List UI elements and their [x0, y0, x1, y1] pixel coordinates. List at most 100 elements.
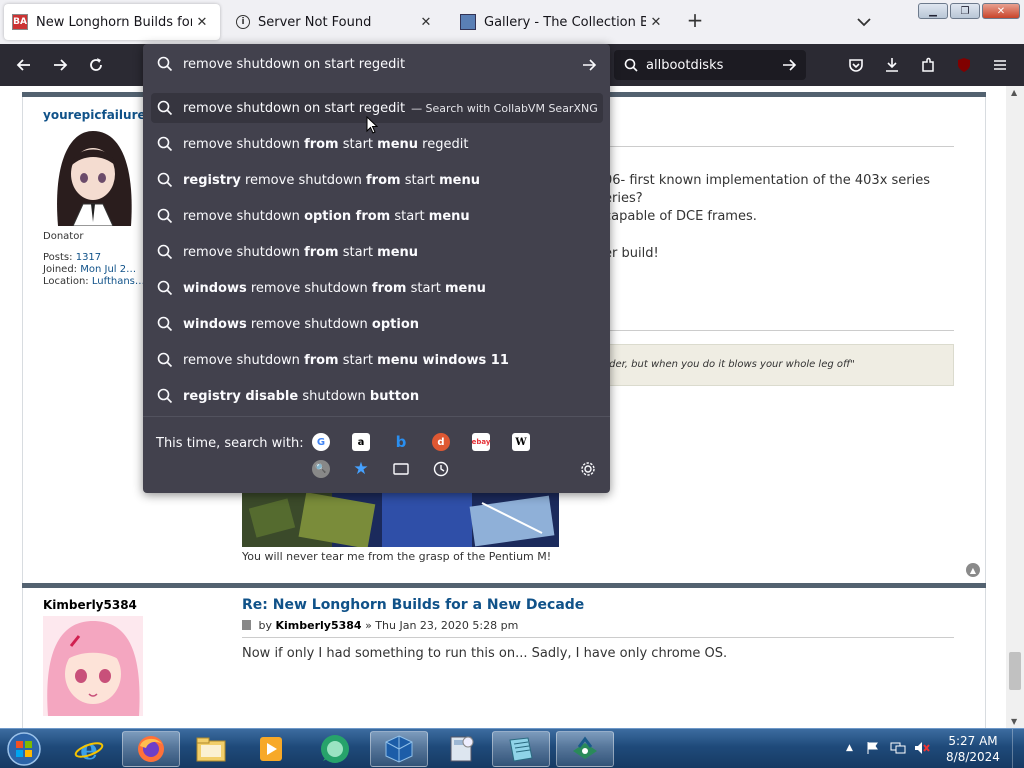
- user-rank: Donator: [43, 231, 84, 242]
- suggestion-part: remove shutdown on start regedit: [183, 100, 406, 116]
- suggestion-label: remove shutdown from start menu: [183, 245, 418, 260]
- suggestion-part: remove shutdown: [183, 352, 305, 368]
- search-icon: [157, 56, 173, 72]
- location-value: Lufthans…: [91, 276, 145, 287]
- amazon-icon[interactable]: a: [352, 433, 370, 451]
- post-author[interactable]: yourepicfailure: [43, 108, 146, 122]
- messenger-icon[interactable]: [306, 731, 364, 767]
- google-icon[interactable]: G: [312, 433, 330, 451]
- posts-count[interactable]: 1317: [76, 252, 101, 263]
- search-icon: [157, 388, 173, 404]
- tabs-icon[interactable]: [392, 460, 410, 478]
- searxng-icon[interactable]: 🔍: [312, 460, 330, 478]
- svg-text:e: e: [80, 734, 98, 764]
- post-author[interactable]: Kimberly5384: [43, 598, 137, 612]
- virtualbox-icon[interactable]: [370, 731, 428, 767]
- ublock-icon[interactable]: [952, 53, 976, 77]
- search-suggestion[interactable]: windows remove shutdown from start menu: [151, 273, 603, 303]
- restore-button[interactable]: ❐: [950, 3, 980, 19]
- bing-icon[interactable]: b: [392, 433, 410, 451]
- post-body: Now if only I had something to run this …: [242, 646, 728, 661]
- network-icon[interactable]: [556, 731, 614, 767]
- url-input[interactable]: remove shutdown on start regedit: [143, 44, 610, 84]
- downloads-icon[interactable]: [880, 53, 904, 77]
- chevron-down-icon[interactable]: [854, 12, 874, 32]
- notepad-icon[interactable]: [492, 731, 550, 767]
- wikipedia-icon[interactable]: W: [512, 433, 530, 451]
- go-arrow-icon[interactable]: [580, 56, 598, 74]
- pocket-icon[interactable]: [844, 53, 868, 77]
- forward-button[interactable]: [48, 53, 72, 77]
- start-button[interactable]: [4, 730, 44, 768]
- go-arrow-icon[interactable]: [780, 56, 798, 74]
- search-suggestion[interactable]: remove shutdown from start menu: [151, 237, 603, 267]
- suggestion-part: remove shutdown: [183, 136, 305, 152]
- search-suggestion[interactable]: remove shutdown option from start menu: [151, 201, 603, 231]
- menu-icon[interactable]: [988, 53, 1012, 77]
- suggestion-part: start: [390, 208, 429, 224]
- post-icon[interactable]: [242, 620, 251, 630]
- suggestion-bold-part: menu: [377, 244, 419, 260]
- flag-icon[interactable]: [866, 741, 880, 758]
- reload-button[interactable]: [84, 53, 108, 77]
- suggestion-label: windows remove shutdown option: [183, 317, 419, 332]
- system-clock[interactable]: 5:27 AM 8/8/2024: [940, 733, 1006, 765]
- suggestion-part: remove shutdown: [183, 208, 305, 224]
- tab-server-not-found[interactable]: i Server Not Found ✕: [228, 4, 444, 40]
- url-query: remove shutdown on start regedit: [183, 56, 406, 72]
- user-joined: Joined: Mon Jul 2…: [43, 264, 136, 276]
- close-tab-icon[interactable]: ✕: [646, 12, 666, 32]
- tab-gallery[interactable]: Gallery - The Collection Book ✕: [452, 4, 674, 40]
- search-box[interactable]: allbootdisks: [614, 50, 806, 80]
- back-button[interactable]: [12, 53, 36, 77]
- search-suggestion[interactable]: remove shutdown from start menu windows …: [151, 345, 603, 375]
- suggestion-part: start: [338, 352, 378, 368]
- clock-time: 5:27 AM: [948, 734, 998, 748]
- suggestion-bold-part: menu: [377, 136, 419, 152]
- firefox-icon[interactable]: [122, 731, 180, 767]
- back-to-top-icon[interactable]: ▲: [966, 563, 980, 577]
- show-desktop-button[interactable]: [1012, 729, 1024, 768]
- close-window-button[interactable]: ✕: [982, 3, 1020, 19]
- ebay-icon[interactable]: ebay: [472, 433, 490, 451]
- post-title-link[interactable]: Re: New Longhorn Builds for a New Decade: [242, 597, 584, 613]
- tab-new-longhorn-builds[interactable]: BA New Longhorn Builds for a New Decade …: [4, 4, 220, 40]
- history-icon[interactable]: [432, 460, 450, 478]
- minimize-button[interactable]: ▁: [918, 3, 948, 19]
- duckduckgo-icon[interactable]: d: [432, 433, 450, 451]
- url-bar-dropdown: remove shutdown on start regedit remove …: [143, 44, 610, 493]
- suggestion-label: remove shutdown on start regedit: [183, 101, 405, 116]
- search-icon: [157, 316, 173, 332]
- extensions-icon[interactable]: [916, 53, 940, 77]
- ie-icon[interactable]: e: [60, 731, 118, 767]
- scrollbar[interactable]: ▲ ▼: [1006, 86, 1024, 728]
- window-controls: ▁ ❐ ✕: [918, 3, 1020, 19]
- close-tab-icon[interactable]: ✕: [192, 12, 212, 32]
- media-player-icon[interactable]: [242, 731, 300, 767]
- show-hidden-icons-icon[interactable]: ▲: [846, 743, 853, 753]
- ba-icon: BA: [12, 14, 28, 30]
- close-tab-icon[interactable]: ✕: [416, 12, 436, 32]
- suggestion-bold-part: from: [366, 172, 401, 188]
- gear-icon[interactable]: [579, 460, 597, 478]
- by-label: by: [258, 619, 273, 632]
- search-suggestion[interactable]: registry disable shutdown button: [151, 381, 603, 411]
- suggestion-bold-part: registry disable: [183, 388, 299, 404]
- volume-muted-icon[interactable]: [914, 741, 930, 758]
- suggestion-part: remove shutdown: [240, 172, 367, 188]
- scroll-down-arrow[interactable]: ▼: [1011, 717, 1017, 726]
- post-date: » Thu Jan 23, 2020 5:28 pm: [365, 619, 519, 632]
- network-tray-icon[interactable]: [890, 741, 906, 758]
- new-tab-button[interactable]: +: [684, 10, 706, 32]
- suggestion-part: remove shutdown: [246, 316, 372, 332]
- byline-author[interactable]: Kimberly5384: [276, 619, 362, 632]
- bookmarks-icon[interactable]: ★: [352, 459, 370, 479]
- search-suggestion[interactable]: registry remove shutdown from start menu: [151, 165, 603, 195]
- explorer-icon[interactable]: [182, 731, 240, 767]
- calculator-icon[interactable]: [432, 731, 490, 767]
- scroll-up-arrow[interactable]: ▲: [1011, 88, 1017, 97]
- scrollbar-thumb[interactable]: [1009, 652, 1021, 690]
- suggestion-bold-part: from: [371, 280, 407, 296]
- search-suggestion[interactable]: windows remove shutdown option: [151, 309, 603, 339]
- search-icon: [157, 208, 173, 224]
